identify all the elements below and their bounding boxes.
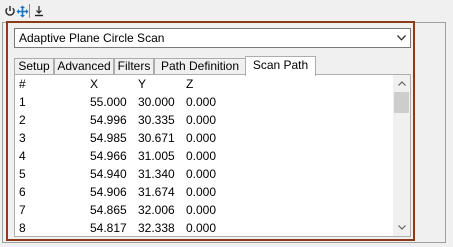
cell-x: 54.817 — [90, 221, 127, 235]
tab-advanced[interactable]: Advanced — [54, 58, 114, 75]
cell-y: 32.006 — [138, 203, 175, 217]
table-body: 1 55.000 30.000 0.000 2 54.996 30.335 0.000 3 54.… — [15, 93, 410, 236]
cell-z: 0.000 — [186, 221, 217, 235]
cell-index: 5 — [19, 167, 26, 181]
cell-z: 0.000 — [186, 95, 217, 109]
column-header-x[interactable]: X — [90, 75, 98, 93]
scan-type-dropdown[interactable]: Adaptive Plane Circle Scan — [14, 28, 411, 48]
column-header-index[interactable]: # — [19, 75, 26, 93]
cell-index: 1 — [19, 95, 26, 109]
cell-index: 6 — [19, 185, 26, 199]
top-toolbar — [0, 0, 453, 22]
table-header: # X Y Z — [15, 75, 410, 93]
cell-y: 31.674 — [138, 185, 175, 199]
scan-path-table: # X Y Z 1 55.000 30.000 0.000 2 54.996 30.335 0… — [14, 74, 411, 237]
cell-z: 0.000 — [186, 203, 217, 217]
scan-panel: Adaptive Plane Circle Scan Setup Advance… — [6, 21, 415, 241]
cell-y: 30.335 — [138, 113, 175, 127]
tab-filters[interactable]: Filters — [114, 58, 154, 75]
column-header-y[interactable]: Y — [138, 75, 146, 93]
chevron-down-icon[interactable] — [392, 35, 410, 41]
table-row[interactable]: 5 54.940 31.340 0.000 — [15, 165, 410, 183]
table-row[interactable]: 3 54.985 30.671 0.000 — [15, 129, 410, 147]
cell-index: 3 — [19, 131, 26, 145]
table-row[interactable]: 1 55.000 30.000 0.000 — [15, 93, 410, 111]
cell-index: 8 — [19, 221, 26, 235]
cell-x: 54.996 — [90, 113, 127, 127]
tab-setup[interactable]: Setup — [14, 58, 54, 75]
cell-index: 4 — [19, 149, 26, 163]
cell-z: 0.000 — [186, 149, 217, 163]
tab-path-definition[interactable]: Path Definition — [154, 58, 246, 75]
cell-x: 55.000 — [90, 95, 127, 109]
cell-x: 54.985 — [90, 131, 127, 145]
cell-y: 30.671 — [138, 131, 175, 145]
table-row[interactable]: 4 54.966 31.005 0.000 — [15, 147, 410, 165]
cell-y: 32.338 — [138, 221, 175, 235]
anchor-down-icon[interactable] — [32, 4, 46, 18]
table-row[interactable]: 8 54.817 32.338 0.000 — [15, 219, 410, 236]
table-row[interactable]: 2 54.996 30.335 0.000 — [15, 111, 410, 129]
cell-z: 0.000 — [186, 131, 217, 145]
cell-x: 54.906 — [90, 185, 127, 199]
cell-y: 31.340 — [138, 167, 175, 181]
cell-z: 0.000 — [186, 167, 217, 181]
tab-scan-path[interactable]: Scan Path — [245, 56, 316, 76]
cell-index: 7 — [19, 203, 26, 217]
table-row[interactable]: 7 54.865 32.006 0.000 — [15, 201, 410, 219]
vertical-scrollbar[interactable] — [393, 75, 410, 236]
scroll-down-icon[interactable] — [393, 219, 410, 236]
cell-index: 2 — [19, 113, 26, 127]
cell-z: 0.000 — [186, 185, 217, 199]
move-arrows-icon[interactable] — [15, 4, 29, 18]
scrollbar-thumb[interactable] — [394, 92, 409, 113]
cell-z: 0.000 — [186, 113, 217, 127]
table-row[interactable]: 6 54.906 31.674 0.000 — [15, 183, 410, 201]
dropdown-value: Adaptive Plane Circle Scan — [19, 31, 165, 45]
cell-x: 54.865 — [90, 203, 127, 217]
cell-y: 31.005 — [138, 149, 175, 163]
toolbar-separator — [29, 4, 30, 18]
column-header-z[interactable]: Z — [186, 75, 193, 93]
cell-x: 54.940 — [90, 167, 127, 181]
scroll-up-icon[interactable] — [393, 75, 410, 92]
cell-x: 54.966 — [90, 149, 127, 163]
cell-y: 30.000 — [138, 95, 175, 109]
